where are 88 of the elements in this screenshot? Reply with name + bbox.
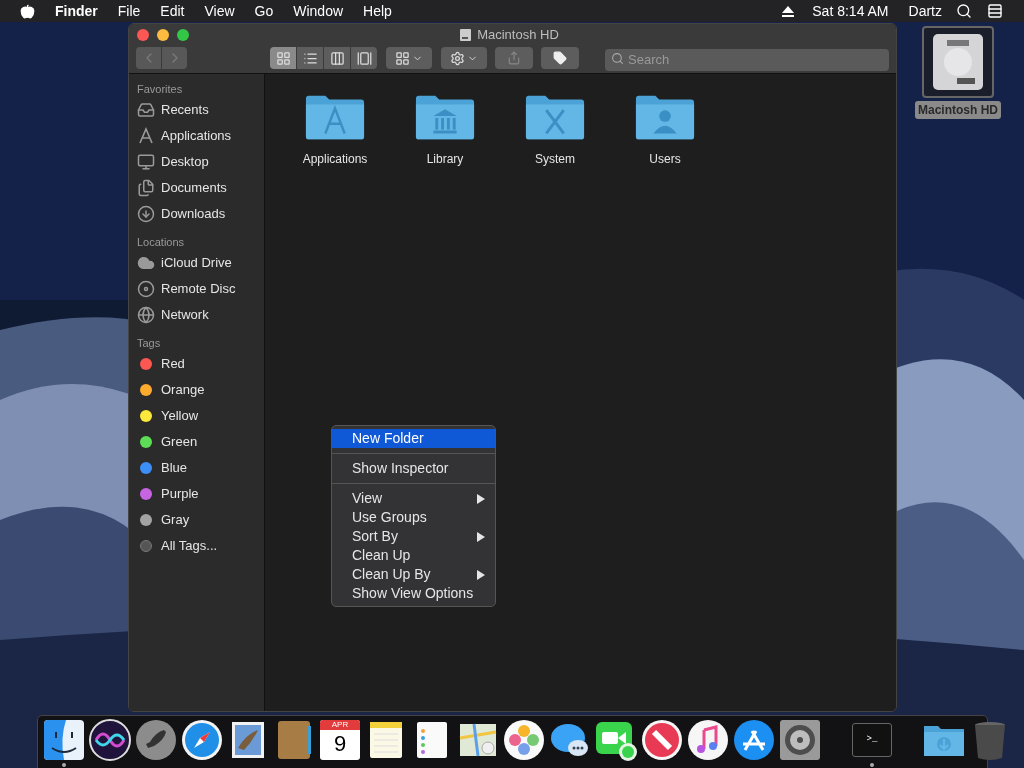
sidebar-item[interactable]: Recents bbox=[137, 97, 256, 123]
dock-item[interactable]: APR 9 bbox=[318, 718, 362, 768]
sidebar-item[interactable]: All Tags... bbox=[137, 533, 256, 559]
sidebar-heading: Locations bbox=[137, 235, 186, 249]
sidebar-item[interactable]: Desktop bbox=[137, 149, 256, 175]
sidebar-heading: Tags bbox=[137, 336, 162, 350]
sidebar-item[interactable]: Purple bbox=[137, 481, 256, 507]
folder-name: Applications bbox=[302, 151, 368, 168]
tag-icon bbox=[553, 51, 567, 65]
compass-icon bbox=[137, 127, 155, 145]
sidebar-item[interactable]: Network bbox=[137, 302, 256, 328]
share-icon bbox=[507, 51, 521, 65]
folder-name: System bbox=[535, 151, 575, 168]
group-button[interactable] bbox=[386, 47, 432, 69]
view-mode-button[interactable] bbox=[297, 47, 323, 69]
folder-item[interactable]: Applications bbox=[280, 92, 390, 168]
sidebar-item[interactable]: Blue bbox=[137, 455, 256, 481]
sidebar-item[interactable]: Documents bbox=[137, 175, 256, 201]
globe-icon bbox=[137, 306, 155, 324]
action-button[interactable] bbox=[441, 47, 487, 69]
menu-item[interactable]: View bbox=[204, 0, 235, 22]
sidebar-item[interactable]: Remote Disc bbox=[137, 276, 256, 302]
sidebar-item[interactable]: Red bbox=[137, 351, 256, 377]
menu-item[interactable]: View bbox=[332, 489, 495, 508]
calendar-day: 9 bbox=[320, 730, 360, 758]
menu-item[interactable]: Edit bbox=[160, 0, 185, 22]
sidebar-item[interactable]: Yellow bbox=[137, 403, 256, 429]
drive-label[interactable]: Macintosh HD bbox=[915, 101, 1001, 119]
search-icon bbox=[611, 52, 624, 65]
calendar-icon[interactable]: APR 9 bbox=[320, 720, 360, 760]
sidebar-item[interactable]: Orange bbox=[137, 377, 256, 403]
submenu-arrow-icon bbox=[477, 531, 485, 542]
menu-item[interactable]: Finder bbox=[55, 0, 98, 22]
menu-item[interactable]: Window bbox=[293, 0, 344, 22]
documents-icon bbox=[137, 179, 155, 197]
grid-icon bbox=[275, 50, 291, 66]
minimize-button[interactable] bbox=[157, 29, 169, 41]
menu-item[interactable]: Sort By bbox=[332, 527, 495, 546]
menu-item[interactable]: Clean Up By bbox=[332, 565, 495, 584]
sidebar-item[interactable]: Applications bbox=[137, 123, 256, 149]
submenu-arrow-icon bbox=[477, 569, 485, 580]
view-mode-button[interactable] bbox=[351, 47, 377, 69]
list-icon[interactable] bbox=[986, 3, 1004, 19]
terminal-prompt: >_ bbox=[866, 734, 878, 744]
user-name[interactable]: Dartz bbox=[908, 0, 942, 22]
columns-icon bbox=[329, 50, 345, 66]
zoom-button[interactable] bbox=[177, 29, 189, 41]
search-icon[interactable] bbox=[956, 3, 972, 19]
close-button[interactable] bbox=[137, 29, 149, 41]
menu-item[interactable]: Show Inspector bbox=[332, 459, 495, 478]
menu-item[interactable]: Go bbox=[254, 0, 274, 22]
monitor-icon bbox=[137, 153, 155, 171]
menu-item[interactable]: File bbox=[117, 0, 141, 22]
gallery-icon bbox=[356, 50, 372, 66]
list-icon bbox=[302, 50, 318, 66]
menu-item[interactable]: Show View Options bbox=[332, 584, 495, 603]
grid-icon bbox=[395, 50, 410, 66]
sidebar-item[interactable]: Gray bbox=[137, 507, 256, 533]
submenu-arrow-icon bbox=[477, 493, 485, 504]
apple-logo-icon[interactable] bbox=[20, 3, 35, 19]
tag-button[interactable] bbox=[541, 47, 579, 69]
folder-item[interactable]: Users bbox=[610, 92, 720, 168]
cloud-icon bbox=[137, 254, 155, 272]
view-mode-button[interactable] bbox=[324, 47, 350, 69]
menu-item[interactable]: New Folder bbox=[332, 429, 495, 448]
eject-icon[interactable] bbox=[782, 5, 795, 17]
menu-item[interactable]: Use Groups bbox=[332, 508, 495, 527]
menu-item[interactable]: Help bbox=[363, 0, 392, 22]
download-icon bbox=[137, 205, 155, 223]
sidebar-item[interactable]: Green bbox=[137, 429, 256, 455]
clock[interactable]: Sat 8:14 AM bbox=[812, 0, 889, 22]
calendar-month: APR bbox=[320, 720, 360, 730]
window-title: Macintosh HD bbox=[477, 26, 559, 45]
disc-icon bbox=[137, 280, 155, 298]
sidebar-item[interactable]: Downloads bbox=[137, 201, 256, 227]
hard-drive-icon bbox=[459, 28, 473, 42]
folder-item[interactable]: System bbox=[500, 92, 610, 168]
hard-drive-icon[interactable] bbox=[922, 26, 994, 98]
folder-name: Library bbox=[426, 151, 464, 168]
folder-name: Users bbox=[649, 151, 681, 168]
sidebar-heading: Favorites bbox=[137, 82, 184, 96]
search-field[interactable]: Search bbox=[605, 48, 889, 71]
tray-icon bbox=[137, 101, 155, 119]
dock-item[interactable]: >_ bbox=[850, 718, 894, 768]
sidebar-item[interactable]: iCloud Drive bbox=[137, 250, 256, 276]
menu-item[interactable]: Clean Up bbox=[332, 546, 495, 565]
terminal-icon[interactable]: >_ bbox=[852, 723, 892, 757]
folder-item[interactable]: Library bbox=[390, 92, 500, 168]
